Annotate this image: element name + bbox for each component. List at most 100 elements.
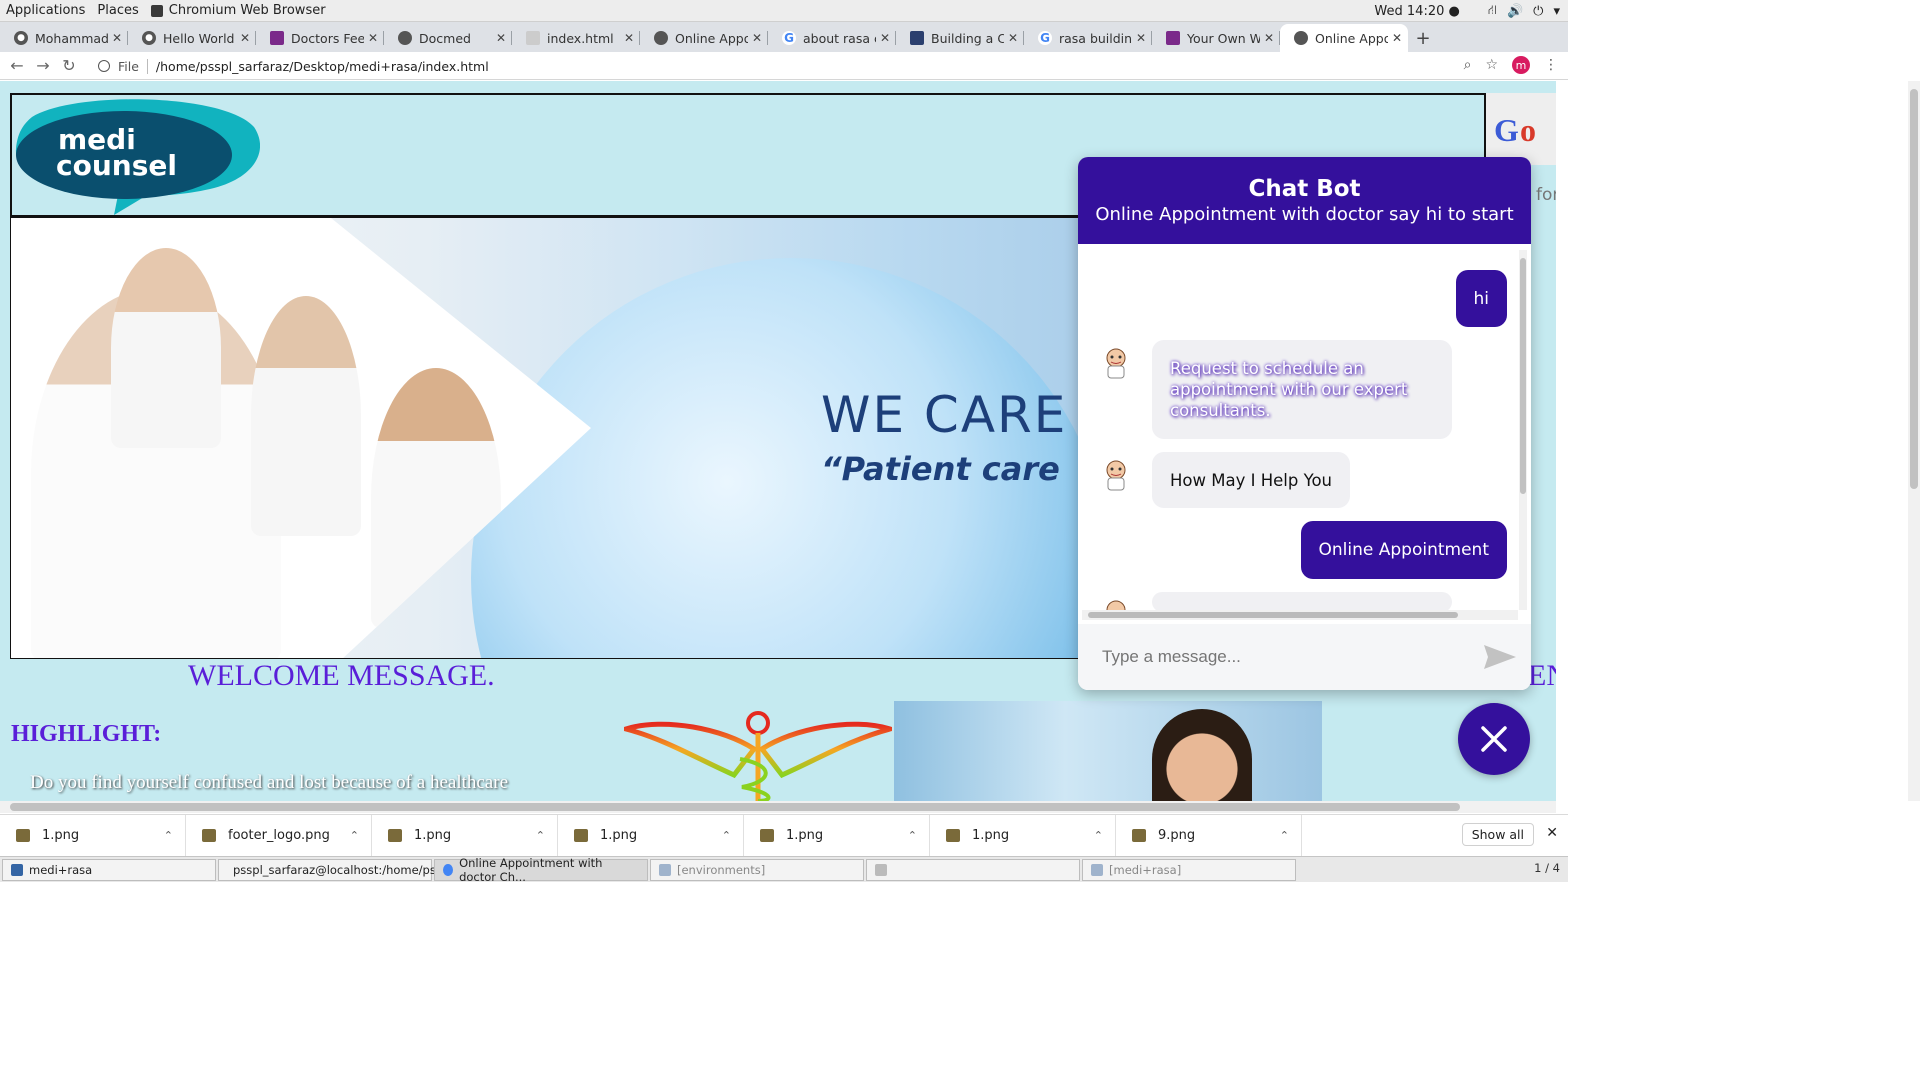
taskbar-item[interactable]: medi+rasa: [2, 858, 216, 881]
close-icon[interactable]: ✕: [368, 31, 378, 45]
chevron-up-icon[interactable]: ⌃: [536, 829, 545, 842]
close-icon[interactable]: ✕: [112, 31, 122, 45]
close-icon[interactable]: ✕: [752, 31, 762, 45]
url-text[interactable]: /home/psspl_sarfaraz/Desktop/medi+rasa/i…: [156, 59, 489, 74]
back-icon[interactable]: ←: [4, 56, 30, 75]
download-item[interactable]: 1.png ⌃: [0, 814, 186, 857]
zoom-icon[interactable]: ⌕: [1464, 57, 1472, 73]
app-menu-label: Chromium Web Browser: [168, 3, 326, 18]
chevron-up-icon[interactable]: ⌃: [722, 829, 731, 842]
chevron-up-icon[interactable]: ⌃: [164, 829, 173, 842]
new-tab-button[interactable]: +: [1408, 24, 1438, 52]
download-item[interactable]: 1.png ⌃: [744, 814, 930, 857]
avatar[interactable]: m: [1512, 56, 1530, 74]
folder-icon: [1091, 863, 1103, 876]
browser-tab[interactable]: Building a Con ✕: [896, 24, 1024, 52]
browser-tab[interactable]: ● MohammadSa ✕: [0, 24, 128, 52]
close-icon[interactable]: ✕: [624, 31, 634, 45]
network-icon[interactable]: ⛙: [1488, 3, 1497, 20]
staff-figure: [111, 248, 221, 448]
chat-widget: Chat Bot Online Appointment with doctor …: [1078, 157, 1531, 690]
chevron-up-icon[interactable]: ⌃: [1094, 829, 1103, 842]
chromium-icon: [150, 4, 163, 17]
send-icon[interactable]: [1483, 644, 1517, 670]
chevron-up-icon[interactable]: ⌃: [908, 829, 917, 842]
scrollbar-thumb[interactable]: [1520, 258, 1526, 494]
show-all-button[interactable]: Show all: [1461, 823, 1534, 846]
close-icon[interactable]: ✕: [1008, 31, 1018, 45]
star-icon[interactable]: ☆: [1485, 57, 1498, 73]
volume-icon[interactable]: 🔊: [1507, 4, 1523, 19]
forward-icon[interactable]: →: [30, 56, 56, 75]
omnibox[interactable]: File /home/psspl_sarfaraz/Desktop/medi+r…: [92, 55, 1512, 77]
download-item[interactable]: 1.png ⌃: [930, 814, 1116, 857]
download-item[interactable]: footer_logo.png ⌃: [186, 814, 372, 857]
system-tray: Wed 14:20 ● ⛙ 🔊 ⏻ ▾: [1374, 0, 1560, 22]
close-icon[interactable]: ✕: [1546, 825, 1558, 841]
scrollbar-thumb[interactable]: [10, 803, 1460, 811]
close-icon[interactable]: ✕: [1264, 31, 1274, 45]
close-icon[interactable]: ✕: [1136, 31, 1146, 45]
chevron-up-icon[interactable]: ⌃: [350, 829, 359, 842]
taskbar-item[interactable]: psspl_sarfaraz@localhost:/home/pss...: [218, 858, 453, 881]
browser-tab[interactable]: Online Appoin ✕: [640, 24, 768, 52]
image-file-icon: [388, 829, 402, 842]
scrollbar-thumb[interactable]: [1910, 89, 1918, 489]
places-menu[interactable]: Places: [97, 3, 150, 18]
logo-word-counsel: counsel: [56, 149, 177, 182]
browser-tab[interactable]: Gabout rasa cha ✕: [768, 24, 896, 52]
taskbar: medi+rasa psspl_sarfaraz@localhost:/home…: [0, 856, 1568, 884]
page-vertical-scrollbar[interactable]: [1908, 81, 1920, 801]
github-icon: ●: [14, 31, 28, 45]
download-item[interactable]: 1.png ⌃: [372, 814, 558, 857]
close-icon[interactable]: ✕: [1392, 31, 1402, 45]
taskbar-item[interactable]: [medi+rasa]: [1082, 858, 1296, 881]
tab-title: Hello World: [163, 30, 235, 46]
google-logo-icon: Go: [1494, 112, 1536, 148]
chat-message-input[interactable]: [1102, 647, 1462, 667]
chat-close-button[interactable]: [1458, 703, 1530, 775]
chevron-up-icon[interactable]: ⌃: [1280, 829, 1289, 842]
chat-horizontal-scrollbar[interactable]: [1082, 610, 1518, 620]
download-item[interactable]: 1.png ⌃: [558, 814, 744, 857]
app-menu[interactable]: Chromium Web Browser: [150, 3, 338, 18]
close-icon[interactable]: ✕: [496, 31, 506, 45]
tab-title: Your Own We: [1187, 30, 1260, 46]
bot-avatar-icon: [1106, 460, 1126, 491]
scrollbar-thumb[interactable]: [1088, 612, 1458, 618]
browser-tab-active[interactable]: Online Appoin ✕: [1280, 24, 1408, 52]
close-icon[interactable]: ✕: [240, 31, 250, 45]
section-fragment-heading: EN: [1528, 659, 1556, 692]
chevron-down-icon[interactable]: ▾: [1553, 4, 1560, 19]
browser-tab[interactable]: Your Own We ✕: [1152, 24, 1280, 52]
workspace-pager[interactable]: 1 / 4: [1534, 861, 1560, 875]
chat-title: Chat Bot: [1248, 176, 1361, 202]
google-icon: G: [782, 31, 796, 45]
clock[interactable]: Wed 14:20 ●: [1374, 4, 1459, 19]
power-icon[interactable]: ⏻: [1533, 4, 1543, 19]
highlight-paragraph: Do you find yourself confused and lost b…: [30, 772, 508, 793]
info-icon[interactable]: [98, 60, 110, 72]
taskbar-item-active[interactable]: Online Appointment with doctor Ch...: [434, 856, 648, 884]
reload-icon[interactable]: ↻: [56, 56, 82, 75]
taskbar-item[interactable]: [environments]: [650, 858, 864, 881]
page-horizontal-scrollbar[interactable]: [0, 801, 1556, 813]
drive-icon: [875, 863, 887, 876]
chat-messages[interactable]: hi Request to schedule an appointment wi…: [1078, 244, 1531, 624]
browser-tab[interactable]: ● Hello World ✕: [128, 24, 256, 52]
taskbar-item[interactable]: [866, 858, 1080, 881]
taskbar-item-label: [medi+rasa]: [1109, 862, 1182, 877]
medicounsel-logo[interactable]: medi counsel: [14, 97, 260, 215]
chat-vertical-scrollbar[interactable]: [1519, 250, 1527, 610]
applications-menu[interactable]: Applications: [0, 3, 97, 18]
message-text: Online Appointment: [1318, 540, 1489, 560]
tab-title: Building a Con: [931, 30, 1004, 46]
download-item[interactable]: 9.png ⌃: [1116, 814, 1302, 857]
browser-tab[interactable]: Grasa building y ✕: [1024, 24, 1152, 52]
browser-tab[interactable]: Docmed ✕: [384, 24, 512, 52]
menu-icon[interactable]: ⋮: [1544, 57, 1558, 73]
close-icon[interactable]: ✕: [880, 31, 890, 45]
browser-tab[interactable]: index.html ✕: [512, 24, 640, 52]
browser-tab[interactable]: Doctors Feedb ✕: [256, 24, 384, 52]
tab-title: Online Appoin: [675, 30, 748, 46]
